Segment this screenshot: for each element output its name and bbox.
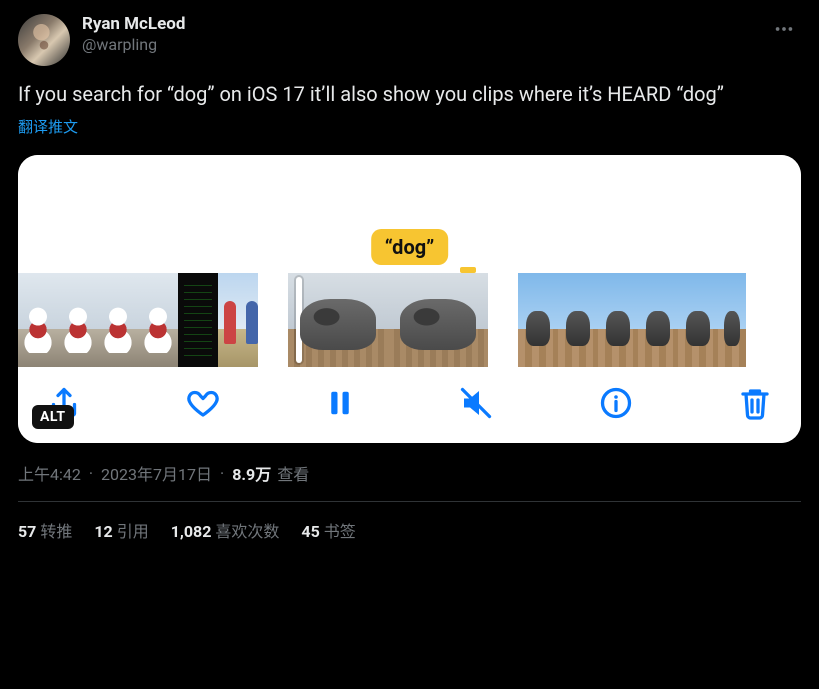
clip-thumb[interactable] bbox=[138, 273, 178, 367]
likes-label: 喜欢次数 bbox=[215, 522, 279, 541]
alt-badge[interactable]: ALT bbox=[32, 405, 74, 429]
views-count: 8.9万 bbox=[232, 461, 271, 485]
heart-icon bbox=[185, 385, 221, 421]
speaker-muted-icon bbox=[458, 385, 494, 421]
favorite-button[interactable] bbox=[185, 385, 221, 421]
more-button[interactable] bbox=[767, 14, 801, 44]
tweet-date[interactable]: 2023年7月17日 bbox=[101, 461, 212, 485]
separator bbox=[216, 464, 228, 483]
playhead-icon bbox=[296, 277, 302, 363]
mute-button[interactable] bbox=[458, 385, 494, 421]
author-display-name: Ryan McLeod bbox=[82, 14, 185, 35]
clip-thumb[interactable] bbox=[558, 273, 598, 367]
quotes-label: 引用 bbox=[117, 522, 149, 541]
quotes-count: 12 bbox=[94, 522, 112, 541]
bookmarks-label: 书签 bbox=[324, 522, 356, 541]
pause-button[interactable] bbox=[325, 385, 355, 421]
trash-icon bbox=[737, 385, 773, 421]
clip-thumb[interactable] bbox=[178, 273, 218, 367]
bookmarks-count: 45 bbox=[301, 522, 319, 541]
retweets-stat[interactable]: 57转推 bbox=[18, 518, 72, 542]
clip-group-3 bbox=[518, 273, 746, 367]
clip-thumb[interactable] bbox=[518, 273, 558, 367]
avatar[interactable] bbox=[18, 14, 70, 66]
clip-thumb[interactable] bbox=[638, 273, 678, 367]
author-names[interactable]: Ryan McLeod @warpling bbox=[82, 14, 185, 55]
media-toolbar bbox=[18, 367, 801, 443]
clip-group-2 bbox=[288, 273, 488, 367]
clip-thumb[interactable] bbox=[718, 273, 746, 367]
tweet-time[interactable]: 上午4:42 bbox=[18, 461, 81, 485]
clip-thumb[interactable] bbox=[98, 273, 138, 367]
search-term-badge: “dog” bbox=[371, 229, 449, 265]
tweet-meta: 上午4:42 2023年7月17日 8.9万 查看 bbox=[18, 461, 801, 485]
tweet-stats: 57转推 12 引用 1,082喜欢次数 45 书签 bbox=[18, 502, 801, 542]
info-icon bbox=[598, 385, 634, 421]
media-preview-top: “dog” bbox=[18, 155, 801, 273]
pause-icon bbox=[325, 385, 355, 421]
views-label: 查看 bbox=[277, 461, 309, 485]
clip-thumb[interactable] bbox=[218, 273, 258, 367]
separator bbox=[85, 464, 97, 483]
info-button[interactable] bbox=[598, 385, 634, 421]
delete-button[interactable] bbox=[737, 385, 773, 421]
clip-group-1 bbox=[18, 273, 258, 367]
clip-thumb[interactable] bbox=[388, 273, 488, 367]
video-filmstrip[interactable] bbox=[18, 273, 801, 367]
bookmarks-stat[interactable]: 45 书签 bbox=[301, 518, 355, 542]
tweet-header: Ryan McLeod @warpling bbox=[18, 14, 801, 66]
clip-thumb[interactable] bbox=[598, 273, 638, 367]
tweet-container: Ryan McLeod @warpling If you search for … bbox=[0, 0, 819, 542]
more-icon bbox=[773, 18, 795, 40]
clip-thumb[interactable] bbox=[18, 273, 58, 367]
clip-thumb[interactable] bbox=[678, 273, 718, 367]
author-handle: @warpling bbox=[82, 35, 185, 55]
likes-stat[interactable]: 1,082喜欢次数 bbox=[171, 518, 280, 542]
media-card[interactable]: “dog” bbox=[18, 155, 801, 443]
translate-link[interactable]: 翻译推文 bbox=[18, 116, 801, 137]
clip-thumb[interactable] bbox=[288, 273, 388, 367]
retweets-count: 57 bbox=[18, 522, 36, 541]
clip-thumb[interactable] bbox=[58, 273, 98, 367]
likes-count: 1,082 bbox=[171, 522, 212, 541]
retweets-label: 转推 bbox=[40, 522, 72, 541]
tweet-text: If you search for “dog” on iOS 17 it’ll … bbox=[18, 80, 801, 108]
quotes-stat[interactable]: 12 引用 bbox=[94, 518, 148, 542]
